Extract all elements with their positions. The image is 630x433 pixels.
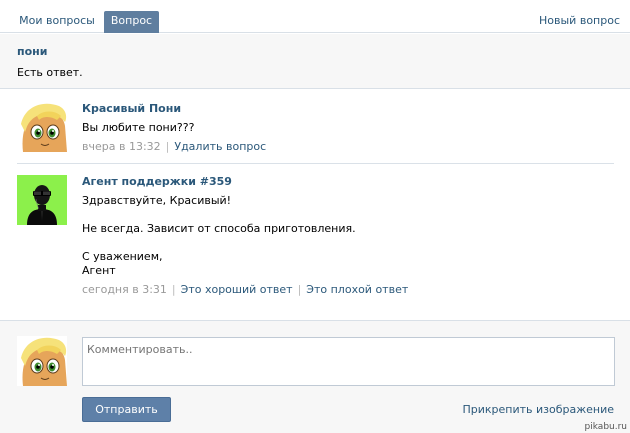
post-text-line: Не всегда. Зависит от способа приготовле… [82,222,356,235]
tab-my-questions[interactable]: Мои вопросы [15,11,99,33]
new-question-link[interactable]: Новый вопрос [539,11,620,31]
question-status: Есть ответ. [17,66,83,79]
post-text-line [82,236,602,250]
attach-image-link[interactable]: Прикрепить изображение [462,403,614,416]
pony-avatar-icon[interactable] [17,102,67,152]
post-text-line: С уважением, [82,250,163,263]
bad-answer-link[interactable]: Это плохой ответ [306,283,408,296]
post-author[interactable]: Агент поддержки #359 [82,175,602,189]
tabs-bar: Мои вопросы Вопрос Новый вопрос [0,0,630,33]
agent-avatar-icon[interactable] [17,175,67,225]
pony-avatar-icon[interactable] [17,336,67,386]
post-question: Красивый Пони Вы любите пони??? вчера в … [17,102,614,164]
post-text-line: Вы любите пони??? [82,121,195,134]
post-author[interactable]: Красивый Пони [82,102,602,116]
watermark: pikabu.ru [584,422,627,432]
post-text-line: Агент [82,264,116,277]
send-button[interactable]: Отправить [82,397,171,422]
reply-box: Отправить Прикрепить изображение pikabu.… [0,320,630,433]
post-text-line [82,208,602,222]
tab-question[interactable]: Вопрос [104,11,159,33]
meta-divider: | [297,283,302,296]
question-title: пони [17,45,48,58]
meta-divider: | [171,283,176,296]
post-time: вчера в 13:32 [82,140,161,153]
question-header: пони Есть ответ. [0,34,630,89]
post-time: сегодня в 3:31 [82,283,167,296]
post-text-line: Здравствуйте, Красивый! [82,194,232,207]
comment-input[interactable] [82,337,615,386]
good-answer-link[interactable]: Это хороший ответ [181,283,293,296]
post-meta: сегодня в 3:31 | Это хороший ответ | Это пло… [82,283,602,297]
post-meta: вчера в 13:32 | Удалить вопрос [82,140,602,154]
post-text: Здравствуйте, Красивый! Не всегда. Завис… [82,194,602,278]
post-text: Вы любите пони??? [82,121,602,135]
post-body: Агент поддержки #359 Здравствуйте, Краси… [82,175,602,297]
post-body: Красивый Пони Вы любите пони??? вчера в … [82,102,602,154]
post-answer: Агент поддержки #359 Здравствуйте, Краси… [17,175,614,311]
meta-divider: | [165,140,170,153]
delete-question-link[interactable]: Удалить вопрос [174,140,266,153]
